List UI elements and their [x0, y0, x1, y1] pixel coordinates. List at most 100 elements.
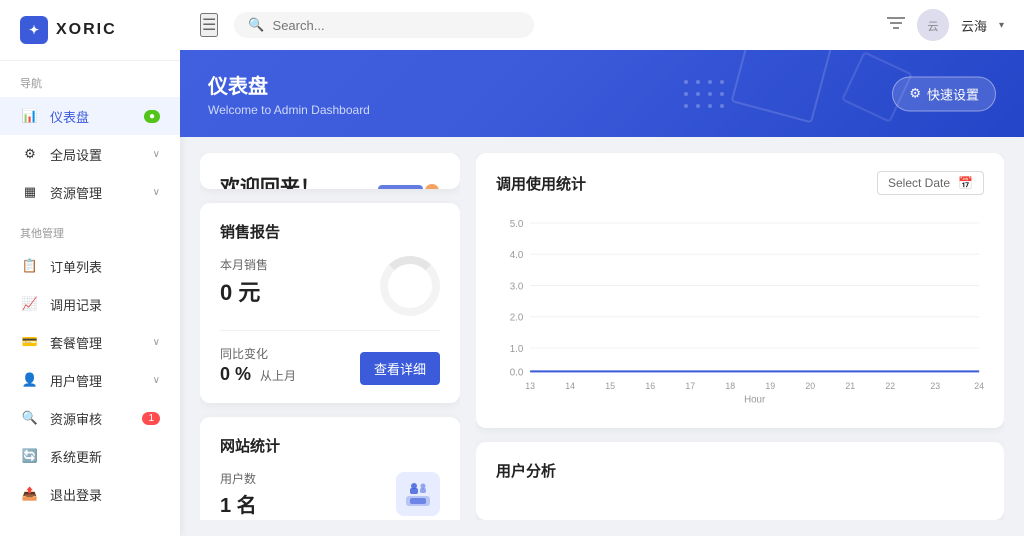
sidebar-item-system-update[interactable]: 🔄 系统更新: [0, 437, 180, 475]
sidebar-item-label: 订单列表: [50, 257, 102, 276]
svg-text:18: 18: [725, 381, 735, 391]
svg-text:15: 15: [605, 381, 615, 391]
sidebar-item-label: 套餐管理: [50, 333, 102, 352]
page-title: 仪表盘: [208, 70, 996, 99]
settings-arrow: ∨: [153, 149, 160, 160]
main-area: ☰ 🔍 云 云海 ▾: [180, 0, 1024, 536]
sales-card-title: 销售报告: [220, 221, 440, 242]
yoy-value: 0 % 从上月: [220, 364, 296, 385]
svg-text:3.0: 3.0: [510, 281, 524, 292]
sidebar-item-orders[interactable]: 📋 订单列表: [0, 247, 180, 285]
sales-row: 本月销售 0 元: [220, 256, 440, 316]
sidebar-item-label: 退出登录: [50, 485, 102, 504]
svg-text:5.0: 5.0: [510, 219, 524, 230]
page-subtitle: Welcome to Admin Dashboard: [208, 103, 996, 117]
chart-title: 调用使用统计: [496, 173, 586, 194]
sales-info: 本月销售 0 元: [220, 256, 380, 307]
dot-pattern: [684, 50, 724, 137]
user-analysis-title: 用户分析: [496, 460, 984, 481]
user-value: 1 名: [220, 489, 257, 518]
user-name[interactable]: 云海: [961, 16, 987, 35]
sales-donut-chart: [380, 256, 440, 316]
gear-icon: ⚙: [909, 86, 921, 102]
logo-icon: ✦: [20, 16, 48, 44]
collapse-button[interactable]: ☰: [200, 13, 218, 37]
sidebar-item-label: 全局设置: [50, 145, 102, 164]
sidebar-item-label: 系统更新: [50, 447, 102, 466]
svg-text:16: 16: [645, 381, 655, 391]
sidebar-item-packages[interactable]: 💳 套餐管理 ∨: [0, 323, 180, 361]
svg-text:24: 24: [974, 381, 984, 391]
date-select[interactable]: Select Date 📅: [877, 171, 984, 195]
yoy-row: 同比变化 0 % 从上月 查看详细: [220, 345, 440, 385]
sidebar-item-label: 资源审核: [50, 409, 102, 428]
invoke-icon: 📈: [20, 294, 40, 314]
search-box: 🔍: [234, 12, 534, 38]
svg-text:21: 21: [845, 381, 855, 391]
user-arrow: ∨: [153, 375, 160, 386]
settings-icon: ⚙: [20, 144, 40, 164]
sidebar: ✦ XORIC 导航 📊 仪表盘 ● ⚙ 全局设置 ∨ ▦ 资源管理 ∨ 其他管…: [0, 0, 180, 536]
user-stat: 用户数 1 名: [220, 470, 257, 518]
sidebar-item-resource-mgmt[interactable]: ▦ 资源管理 ∨: [0, 173, 180, 211]
user-stat-icon: [396, 472, 440, 516]
monthly-value: 0 元: [220, 275, 380, 307]
sidebar-item-logout[interactable]: 📤 退出登录: [0, 475, 180, 513]
svg-text:20: 20: [805, 381, 815, 391]
svg-text:Hour: Hour: [744, 395, 766, 405]
search-input[interactable]: [273, 18, 521, 33]
other-section-label: 其他管理: [0, 211, 180, 247]
user-analysis-card: 用户分析: [476, 442, 1004, 520]
resource-arrow: ∨: [153, 187, 160, 198]
review-icon: 🔍: [20, 408, 40, 428]
topbar-right: 云 云海 ▾: [887, 9, 1004, 41]
update-icon: 🔄: [20, 446, 40, 466]
monthly-label: 本月销售: [220, 256, 380, 273]
svg-text:22: 22: [885, 381, 895, 391]
svg-text:13: 13: [525, 381, 535, 391]
sidebar-item-dashboard[interactable]: 📊 仪表盘 ●: [0, 97, 180, 135]
chart-svg-wrapper: 5.0 4.0 3.0 2.0 1.0 0.0: [496, 205, 984, 410]
quick-settings-button[interactable]: ⚙ 快速设置: [892, 76, 996, 111]
packages-icon: 💳: [20, 332, 40, 352]
page-content: 仪表盘 Welcome to Admin Dashboard ⚙ 快速设置: [180, 50, 1024, 536]
nav-section-label: 导航: [0, 61, 180, 97]
sales-card: 销售报告 本月销售 0 元 同比变化 0 %: [200, 203, 460, 403]
svg-text:17: 17: [685, 381, 695, 391]
sidebar-item-global-settings[interactable]: ⚙ 全局设置 ∨: [0, 135, 180, 173]
view-detail-button[interactable]: 查看详细: [360, 352, 440, 385]
user-icon: 👤: [20, 370, 40, 390]
welcome-illustration: [360, 163, 450, 189]
calendar-icon: 📅: [958, 176, 973, 190]
logo-area: ✦ XORIC: [0, 0, 180, 61]
svg-text:14: 14: [565, 381, 575, 391]
filter-icon-button[interactable]: [887, 15, 905, 36]
stat-row: 用户数 1 名: [220, 470, 440, 518]
sidebar-item-label: 调用记录: [50, 295, 102, 314]
packages-arrow: ∨: [153, 337, 160, 348]
svg-text:4.0: 4.0: [510, 250, 524, 261]
left-panel: 欢迎回来！ Admin Dashboard 阅读手册 → 销售报告 本月销售 0…: [200, 153, 460, 520]
user-label: 用户数: [220, 470, 257, 487]
svg-text:1.0: 1.0: [510, 344, 524, 355]
cards-area: 欢迎回来！ Admin Dashboard 阅读手册 → 销售报告 本月销售 0…: [180, 137, 1024, 536]
yoy-label: 同比变化: [220, 345, 296, 362]
sidebar-item-resource-review[interactable]: 🔍 资源审核 1: [0, 399, 180, 437]
sidebar-item-label: 用户管理: [50, 371, 102, 390]
user-dropdown-arrow[interactable]: ▾: [999, 20, 1004, 31]
dashboard-badge: ●: [144, 110, 160, 123]
sidebar-item-label: 资源管理: [50, 183, 102, 202]
yoy-info: 同比变化 0 % 从上月: [220, 345, 296, 385]
sales-divider: [220, 330, 440, 331]
topbar: ☰ 🔍 云 云海 ▾: [180, 0, 1024, 50]
orders-icon: 📋: [20, 256, 40, 276]
right-panel: 调用使用统计 Select Date 📅 5.0 4.0 3.0 2.0: [476, 153, 1004, 520]
svg-text:23: 23: [930, 381, 940, 391]
review-badge: 1: [142, 412, 160, 425]
dashboard-icon: 📊: [20, 106, 40, 126]
welcome-card: 欢迎回来！ Admin Dashboard 阅读手册 →: [200, 153, 460, 189]
sidebar-item-invoke-records[interactable]: 📈 调用记录: [0, 285, 180, 323]
logo-text: XORIC: [56, 21, 117, 39]
website-card-title: 网站统计: [220, 435, 440, 456]
sidebar-item-user-mgmt[interactable]: 👤 用户管理 ∨: [0, 361, 180, 399]
